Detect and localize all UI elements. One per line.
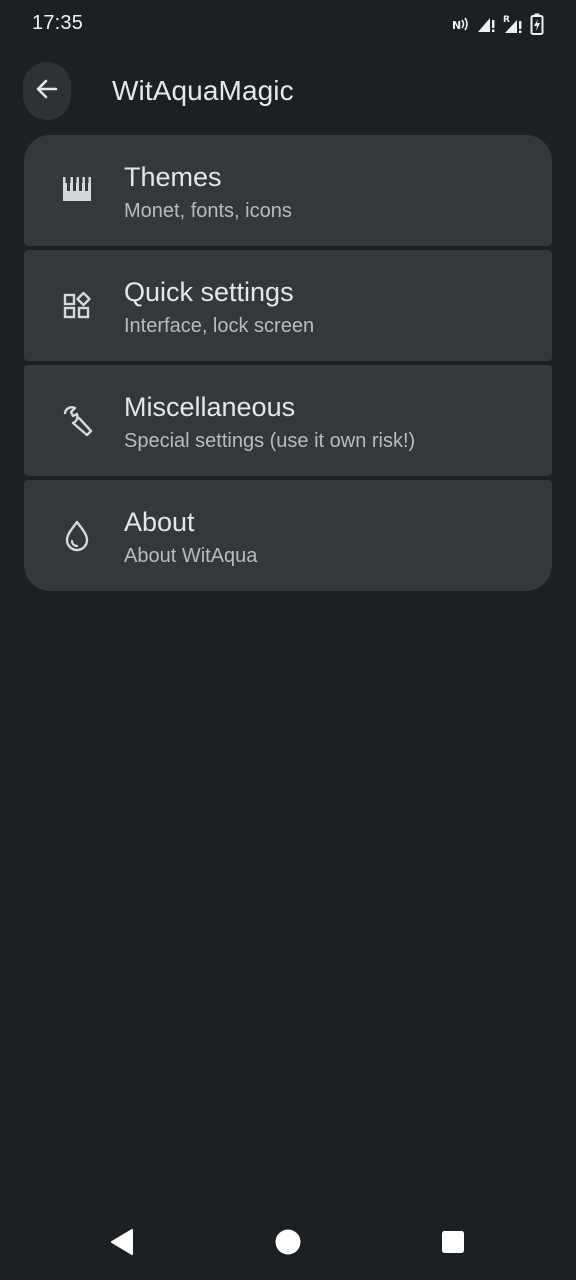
status-icons: N R xyxy=(452,13,544,35)
svg-text:N: N xyxy=(452,19,461,32)
status-time: 17:35 xyxy=(32,12,84,34)
menu-item-quick-settings[interactable]: Quick settings Interface, lock screen xyxy=(24,250,552,361)
wrench-icon xyxy=(60,404,94,438)
status-bar: 17:35 N R xyxy=(0,0,576,48)
menu-item-title: Themes xyxy=(124,162,222,192)
menu-list: Themes Monet, fonts, icons Quick setting… xyxy=(24,135,552,591)
water-drop-icon xyxy=(60,519,94,553)
battery-charging-icon xyxy=(530,13,544,35)
menu-item-title: About xyxy=(124,507,195,537)
arrow-back-icon xyxy=(34,76,60,107)
navigation-bar xyxy=(0,1212,576,1280)
back-button[interactable] xyxy=(23,62,71,120)
menu-item-subtitle: Monet, fonts, icons xyxy=(124,200,292,222)
menu-item-subtitle: Interface, lock screen xyxy=(124,315,315,337)
palette-strip-icon xyxy=(60,174,94,208)
page-title: WitAquaMagic xyxy=(112,75,294,106)
menu-item-about[interactable]: About About WitAqua xyxy=(24,480,552,591)
menu-item-subtitle: About WitAqua xyxy=(124,545,258,567)
menu-item-title: Quick settings xyxy=(124,277,294,307)
nfc-icon: N xyxy=(452,15,470,33)
signal-icon-1 xyxy=(476,14,496,34)
menu-item-title: Miscellaneous xyxy=(124,392,296,422)
svg-text:R: R xyxy=(503,15,510,25)
recents-square-icon xyxy=(440,1229,466,1260)
screen: 17:35 N R WitAquaMagic Themes Monet, fon… xyxy=(0,0,576,1280)
nav-home-button[interactable] xyxy=(272,1228,304,1260)
home-circle-icon xyxy=(274,1228,302,1261)
back-triangle-icon xyxy=(109,1228,135,1261)
menu-item-miscellaneous[interactable]: Miscellaneous Special settings (use it o… xyxy=(24,365,552,476)
nav-back-button[interactable] xyxy=(106,1228,138,1260)
menu-item-themes[interactable]: Themes Monet, fonts, icons xyxy=(24,135,552,246)
signal-roaming-icon: R xyxy=(502,13,524,35)
widgets-icon xyxy=(60,289,94,323)
nav-recents-button[interactable] xyxy=(437,1228,469,1260)
app-bar: WitAquaMagic xyxy=(0,60,576,124)
menu-item-subtitle: Special settings (use it own risk!) xyxy=(124,430,416,452)
